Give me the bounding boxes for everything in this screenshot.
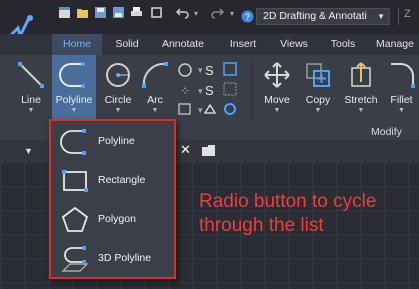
chevron-down-icon[interactable]: ▼ xyxy=(10,107,52,114)
tab-home[interactable]: Home xyxy=(52,34,102,55)
chevron-down-icon[interactable]: ▼ xyxy=(298,107,338,114)
svg-text:▾: ▾ xyxy=(198,65,203,75)
line-label: Line xyxy=(21,94,41,106)
tab-insert[interactable]: Insert xyxy=(222,34,264,55)
tab-tools[interactable]: Tools xyxy=(323,34,363,55)
annotation-line-2: through the list xyxy=(199,215,324,236)
polygon-icon xyxy=(61,206,89,232)
chevron-down-icon[interactable]: ▼ xyxy=(52,107,96,114)
copy-label: Copy xyxy=(305,94,331,106)
document-list-dropdown-icon[interactable]: ▼ xyxy=(24,146,33,156)
chevron-down-icon: ▼ xyxy=(377,12,385,21)
arc-button[interactable]: Arc ▼ xyxy=(138,55,172,123)
svg-text:S: S xyxy=(205,63,214,78)
arc-icon xyxy=(142,62,168,88)
divider xyxy=(398,8,399,25)
stretch-icon xyxy=(351,62,371,87)
polyline-label: Polyline xyxy=(55,94,93,106)
help-icon[interactable]: ? xyxy=(241,10,254,23)
modify-panel-title: Modify xyxy=(371,126,402,138)
chevron-down-icon[interactable]: ▼ xyxy=(98,107,138,114)
stretch-label: Stretch xyxy=(344,94,378,106)
annotation-line-1: Radio button to cycle xyxy=(199,191,377,212)
circle-button[interactable]: Circle ▼ xyxy=(98,55,138,123)
ribbon-tab-bar: Home Solid Annotate Insert Views Tools M… xyxy=(0,34,419,55)
move-button[interactable]: Move ▼ xyxy=(256,55,298,123)
tab-solid[interactable]: Solid xyxy=(108,34,146,55)
flyout-label: 3D Polyline xyxy=(98,252,152,264)
move-icon xyxy=(264,62,290,88)
flyout-item-rectangle[interactable]: Rectangle xyxy=(51,162,174,200)
fillet-button[interactable]: Fillet ▼ xyxy=(384,55,419,123)
flyout-label: Rectangle xyxy=(98,174,146,186)
arc-label: Arc xyxy=(147,94,163,106)
open-icon[interactable] xyxy=(76,6,89,19)
flyout-label: Polyline xyxy=(98,135,135,147)
circle-label: Circle xyxy=(104,94,132,106)
polyline-button[interactable]: Polyline ▼ xyxy=(52,55,96,123)
tab-manage[interactable]: Manage xyxy=(371,34,419,55)
tab-annotate[interactable]: Annotate xyxy=(156,34,210,55)
flyout-label: Polygon xyxy=(98,213,136,225)
line-button[interactable]: Line ▼ xyxy=(10,55,52,123)
workspace-label: 2D Drafting & Annotati xyxy=(263,10,367,22)
print-icon[interactable] xyxy=(130,6,143,19)
saveas-icon[interactable] xyxy=(112,6,125,19)
workspace-dropdown[interactable]: 2D Drafting & Annotati ▼ xyxy=(256,8,390,25)
stretch-button[interactable]: Stretch ▼ xyxy=(338,55,384,123)
draw-small-tools[interactable]: ▾ S ⁘ ▾ S ▾ xyxy=(176,60,248,118)
title-bar: ▾ ▾ ? 2D Drafting & Annotati ▼ Z xyxy=(0,0,419,41)
copy-icon xyxy=(306,63,330,87)
copy-button[interactable]: Copy ▼ xyxy=(298,55,338,123)
chevron-down-icon[interactable]: ▼ xyxy=(338,107,384,114)
tab-views[interactable]: Views xyxy=(273,34,315,55)
undo-icon[interactable] xyxy=(176,6,189,19)
save-icon[interactable] xyxy=(94,6,107,19)
chevron-down-icon[interactable]: ▼ xyxy=(384,107,419,114)
svg-text:▾: ▾ xyxy=(198,105,203,115)
flyout-item-polygon[interactable]: Polygon xyxy=(51,201,174,239)
svg-text:▾: ▾ xyxy=(198,86,203,96)
svg-text:S: S xyxy=(205,83,214,98)
svg-text:?: ? xyxy=(245,12,250,22)
new-tab-icon[interactable] xyxy=(202,145,215,156)
title-trailing-text: Z xyxy=(404,8,411,20)
move-label: Move xyxy=(264,94,290,106)
redo-icon[interactable] xyxy=(211,6,224,19)
plot-icon[interactable] xyxy=(150,6,163,19)
fillet-label: Fillet xyxy=(390,94,413,106)
line-icon xyxy=(18,62,44,88)
undo-dropdown-icon[interactable]: ▾ xyxy=(194,9,207,22)
polyline-flyout-menu: Polyline Rectangle Polygon 3D Polyline xyxy=(49,119,176,279)
annotation-callout: Radio button to cycle through the list xyxy=(199,190,409,238)
fillet-icon xyxy=(390,63,415,88)
close-icon[interactable]: ✕ xyxy=(180,142,191,158)
flyout-item-polyline[interactable]: Polyline xyxy=(51,123,174,161)
polyline-icon xyxy=(59,62,85,88)
chevron-down-icon[interactable]: ▼ xyxy=(138,107,172,114)
circle-icon xyxy=(106,63,130,87)
panel-separator xyxy=(252,59,253,123)
rectangle-icon xyxy=(62,170,88,192)
3d-polyline-icon xyxy=(61,246,89,272)
new-icon[interactable] xyxy=(58,6,71,19)
polyline-icon xyxy=(60,129,86,155)
flyout-item-3d-polyline[interactable]: 3D Polyline xyxy=(51,240,174,278)
chevron-down-icon[interactable]: ▼ xyxy=(256,107,298,114)
svg-text:⁘: ⁘ xyxy=(180,84,190,98)
